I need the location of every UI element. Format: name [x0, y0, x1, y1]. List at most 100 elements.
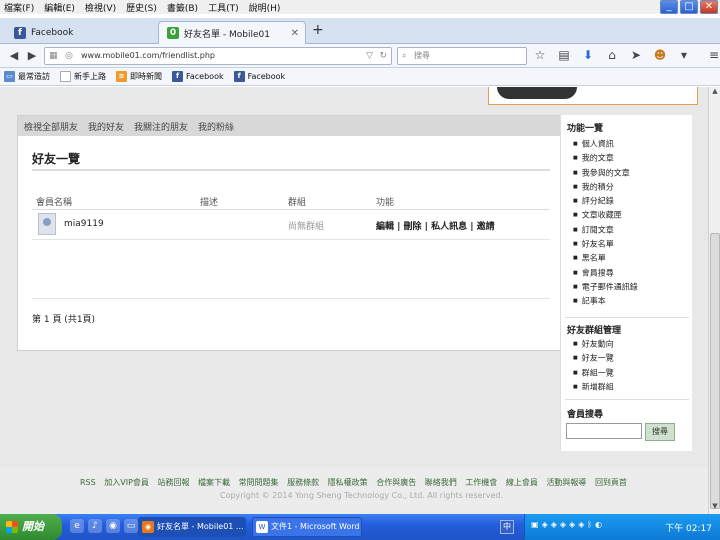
tray-app-icon[interactable]: ◈ [578, 520, 584, 529]
sidebar-item-favorites[interactable]: 文章收藏匣 [573, 208, 638, 222]
footer-link[interactable]: 服務條款 [287, 478, 319, 487]
bookmark-facebook-2[interactable]: f Facebook [233, 71, 285, 82]
bookmark-label: Facebook [186, 72, 224, 81]
member-name-link[interactable]: mia9119 [64, 219, 104, 229]
tray-app-icon[interactable]: ◈ [569, 520, 575, 529]
menu-tools[interactable]: 工具(T) [208, 1, 239, 14]
media-icon[interactable]: ♪ [88, 519, 102, 533]
tray-app-icon[interactable]: ◈ [551, 520, 557, 529]
footer-link[interactable]: 站務回報 [157, 478, 189, 487]
sidebar-item-friend-overview[interactable]: 好友一覽 [573, 351, 614, 365]
start-button[interactable]: 開始 [0, 514, 62, 540]
avatar[interactable] [38, 213, 56, 235]
sidebar-item-blacklist[interactable]: 黑名單 [573, 251, 638, 265]
download-icon[interactable]: ⬇ [580, 47, 596, 63]
tab-close-icon[interactable]: ✕ [291, 28, 299, 39]
footer-link[interactable]: 聯絡我們 [425, 478, 457, 487]
tray-app-icon[interactable]: ◈ [542, 520, 548, 529]
bookmark-star-icon[interactable]: ☆ [532, 47, 548, 63]
footer-link[interactable]: 常問問題集 [239, 478, 279, 487]
footer-link[interactable]: 活動與報導 [546, 478, 586, 487]
menu-view[interactable]: 檢視(V) [85, 1, 116, 14]
bookmark-facebook-1[interactable]: f Facebook [172, 71, 224, 82]
tab-facebook[interactable]: f Facebook [6, 21, 156, 44]
minimize-icon[interactable]: _ [660, 0, 678, 14]
taskbar-item-word[interactable]: W 文件1 - Microsoft Word [252, 517, 362, 537]
sidebar-item-joined-posts[interactable]: 我參與的文章 [573, 166, 638, 180]
bookmark-news[interactable]: ≋ 即時新聞 [116, 71, 162, 82]
sidebar-item-member-search[interactable]: 會員搜尋 [573, 266, 638, 280]
sidebar-item-subscriptions[interactable]: 訂閱文章 [573, 223, 638, 237]
scroll-up-icon[interactable]: ▲ [709, 87, 720, 99]
scroll-down-icon[interactable]: ▼ [709, 502, 720, 514]
maximize-icon[interactable]: □ [680, 0, 698, 14]
extension-icon[interactable]: ☻ [652, 47, 668, 63]
sidebar-item-my-posts[interactable]: 我的文章 [573, 151, 638, 165]
footer-link[interactable]: 線上會員 [506, 478, 538, 487]
footer-link[interactable]: 加入VIP會員 [104, 478, 149, 487]
sidebar-item-add-group[interactable]: 新增群組 [573, 380, 614, 394]
language-icon[interactable]: 中 [500, 520, 514, 534]
menu-icon[interactable]: ≡ [706, 47, 720, 63]
member-actions[interactable]: 編輯 | 刪除 | 私人訊息 | 邀請 [376, 219, 495, 232]
footer-link[interactable]: 回到頁首 [595, 478, 627, 487]
member-search-input[interactable] [566, 423, 642, 439]
window-controls: _ □ ✕ [660, 0, 718, 14]
sidebar-item-notepad[interactable]: 記事本 [573, 294, 638, 308]
scrollbar-thumb[interactable] [710, 233, 720, 509]
dropdown-icon[interactable]: ▽ [366, 48, 373, 64]
sidebar-item-points[interactable]: 我的積分 [573, 180, 638, 194]
close-icon[interactable]: ✕ [700, 0, 718, 14]
footer-link[interactable]: 工作機會 [465, 478, 497, 487]
subnav-my-friends[interactable]: 我的好友 [88, 120, 124, 133]
bookmark-most-visited[interactable]: ▭ 最常造訪 [4, 71, 50, 82]
sidebar-item-group-overview[interactable]: 群組一覽 [573, 366, 614, 380]
member-search-button[interactable]: 搜尋 [645, 423, 675, 441]
sidebar-item-friend-activity[interactable]: 好友動向 [573, 337, 614, 351]
reload-icon[interactable]: ↻ [379, 48, 387, 64]
footer-link[interactable]: RSS [80, 478, 96, 487]
ie-icon[interactable]: e [70, 519, 84, 533]
footer-link[interactable]: 合作與廣告 [376, 478, 416, 487]
globe-icon: ◎ [65, 51, 73, 61]
new-tab-icon[interactable]: + [312, 22, 324, 38]
bookmark-label: 新手上路 [74, 72, 106, 81]
volume-icon[interactable]: ◐ [595, 520, 602, 529]
forward-icon[interactable]: ▶ [24, 48, 40, 64]
extension-dropdown-icon[interactable]: ▾ [676, 47, 692, 63]
bluetooth-icon[interactable]: ᛒ [587, 520, 592, 529]
page-scrollbar[interactable]: ▲ ▼ [708, 87, 720, 514]
sidebar-item-friend-list[interactable]: 好友名單 [573, 237, 638, 251]
subnav-fans[interactable]: 我的粉絲 [198, 120, 234, 133]
url-bar[interactable]: ▦ ◎ www.mobile01.com/friendlist.php ▽ ↻ [44, 47, 392, 65]
menu-file[interactable]: 檔案(F) [4, 1, 34, 14]
send-icon[interactable]: ➤ [628, 47, 644, 63]
firefox-icon[interactable]: ◉ [106, 519, 120, 533]
copyright: Copyright © 2014 Yong Sheng Technology C… [220, 491, 503, 500]
search-input[interactable]: ⌕ 搜尋 [397, 47, 527, 65]
sidebar-item-email-contacts[interactable]: 電子郵件通訊錄 [573, 280, 638, 294]
tab-friendlist[interactable]: 0 好友名單 - Mobile01 ✕ [158, 21, 306, 44]
advertisement-banner[interactable] [488, 87, 698, 105]
sidebar-item-ratings[interactable]: 評分紀錄 [573, 194, 638, 208]
line-icon[interactable]: ▣ [531, 520, 539, 529]
subnav-all-friends[interactable]: 檢視全部朋友 [24, 120, 78, 133]
footer-link[interactable]: 隱私權政策 [328, 478, 368, 487]
back-icon[interactable]: ◀ [6, 48, 22, 64]
menu-bookmarks[interactable]: 書籤(B) [167, 1, 198, 14]
column-actions: 功能 [376, 198, 395, 208]
menu-edit[interactable]: 編輯(E) [44, 1, 75, 14]
home-icon[interactable]: ⌂ [604, 47, 620, 63]
friend-list-panel: 檢視全部朋友 我的好友 我關注的朋友 我的粉絲 好友一覽 會員名稱 描述 群組 … [17, 115, 565, 351]
show-desktop-icon[interactable]: ▭ [124, 519, 138, 533]
sidebar-item-profile[interactable]: 個人資訊 [573, 137, 638, 151]
search-icon: ⌕ [402, 51, 407, 60]
bookmark-getting-started[interactable]: 新手上路 [60, 71, 106, 82]
menu-history[interactable]: 歷史(S) [126, 1, 157, 14]
tray-app-icon[interactable]: ◈ [560, 520, 566, 529]
reading-list-icon[interactable]: ▤ [556, 47, 572, 63]
footer-link[interactable]: 檔案下載 [198, 478, 230, 487]
subnav-following[interactable]: 我關注的朋友 [134, 120, 188, 133]
menu-help[interactable]: 說明(H) [249, 1, 281, 14]
taskbar-item-firefox[interactable]: ◉ 好友名單 - Mobile01 ... [138, 517, 246, 537]
